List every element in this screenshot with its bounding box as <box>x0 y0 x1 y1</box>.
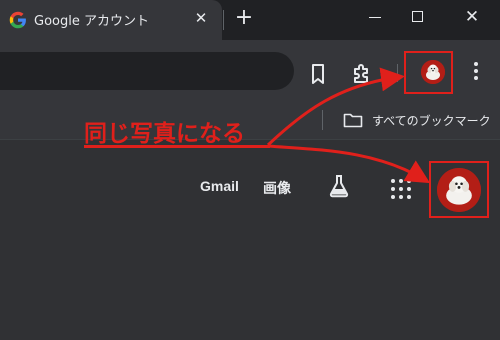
folder-icon <box>343 113 363 128</box>
toolbar-separator <box>397 64 398 82</box>
images-link[interactable]: 画像 <box>263 178 291 198</box>
google-g-icon <box>9 11 26 29</box>
vertical-dots-icon[interactable] <box>466 60 486 84</box>
browser-tab[interactable]: Google アカウント ✕ <box>0 0 222 40</box>
tab-close-icon[interactable]: ✕ <box>191 8 211 28</box>
grid-dots-icon[interactable] <box>389 177 413 201</box>
tab-strip: Google アカウント ✕ + ✕ <box>0 0 500 40</box>
tab-title: Google アカウント <box>34 14 149 29</box>
gmail-link[interactable]: Gmail <box>200 178 239 194</box>
bookmarks-bar: すべてのブックマーク <box>0 100 500 140</box>
flask-icon[interactable] <box>328 174 350 198</box>
maximize-button[interactable] <box>412 11 423 22</box>
address-bar[interactable] <box>0 52 294 90</box>
bookmarks-separator <box>322 110 323 130</box>
minimize-button[interactable] <box>369 17 381 18</box>
highlight-box-google-avatar <box>429 161 489 218</box>
window-close-button[interactable]: ✕ <box>462 5 482 29</box>
bookmark-star-icon[interactable] <box>306 62 330 86</box>
annotation-underline <box>84 145 270 148</box>
new-tab-button[interactable]: + <box>232 6 256 30</box>
annotation-text: 同じ写真になる <box>84 121 245 147</box>
highlight-box-toolbar-avatar <box>404 51 453 94</box>
tab-separator <box>223 10 224 30</box>
all-bookmarks-button[interactable]: すべてのブックマーク <box>372 112 491 129</box>
puzzle-piece-icon[interactable] <box>350 62 374 86</box>
